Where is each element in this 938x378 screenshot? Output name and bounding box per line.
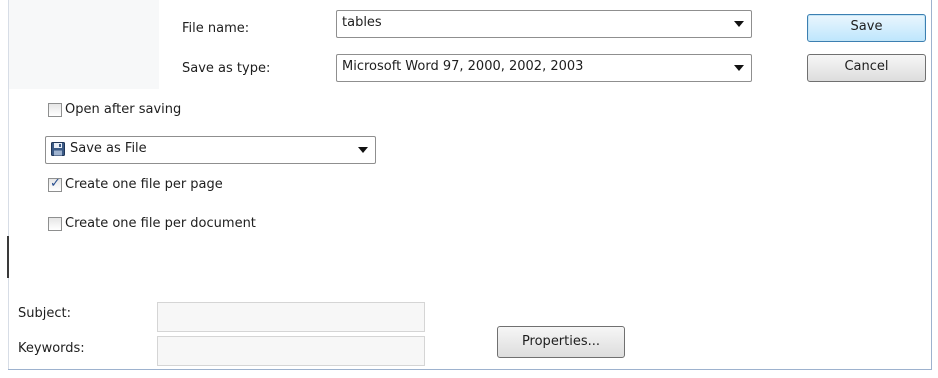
- right-border: [931, 0, 932, 370]
- cancel-button[interactable]: Cancel: [807, 54, 926, 82]
- one-file-per-document-label[interactable]: Create one file per document: [65, 216, 256, 232]
- properties-button[interactable]: Properties...: [497, 326, 625, 358]
- open-after-saving-checkbox[interactable]: [48, 103, 62, 117]
- one-file-per-page-label[interactable]: Create one file per page: [65, 177, 223, 193]
- save-mode-select[interactable]: Save as File: [45, 136, 376, 164]
- checkmark-icon: ✓: [50, 176, 61, 191]
- subject-label: Subject:: [18, 306, 71, 321]
- left-border: [8, 0, 9, 370]
- one-file-per-document-checkbox[interactable]: [48, 217, 62, 231]
- chevron-down-icon[interactable]: [358, 147, 368, 153]
- keywords-input[interactable]: [157, 336, 425, 366]
- bottom-border: [8, 369, 932, 370]
- floppy-disk-icon: [51, 142, 65, 156]
- save-button[interactable]: Save: [807, 14, 926, 42]
- file-name-combobox[interactable]: tables: [336, 10, 752, 38]
- keywords-label: Keywords:: [18, 341, 85, 356]
- save-mode-value[interactable]: Save as File: [70, 141, 147, 157]
- file-name-label: File name:: [182, 21, 250, 36]
- save-as-type-label: Save as type:: [182, 61, 271, 76]
- save-as-type-select[interactable]: Microsoft Word 97, 2000, 2002, 2003: [336, 54, 752, 82]
- save-as-type-value[interactable]: Microsoft Word 97, 2000, 2002, 2003: [342, 59, 583, 75]
- header-panel: [9, 0, 159, 89]
- chevron-down-icon[interactable]: [734, 21, 744, 27]
- open-after-saving-label[interactable]: Open after saving: [65, 102, 181, 118]
- chevron-down-icon[interactable]: [734, 65, 744, 71]
- subject-input[interactable]: [157, 302, 425, 332]
- file-name-value[interactable]: tables: [342, 15, 382, 31]
- one-file-per-page-checkbox[interactable]: ✓: [48, 176, 62, 192]
- save-dialog: File name: tables Save as type: Microsof…: [0, 0, 938, 378]
- left-border-marker: [7, 236, 9, 278]
